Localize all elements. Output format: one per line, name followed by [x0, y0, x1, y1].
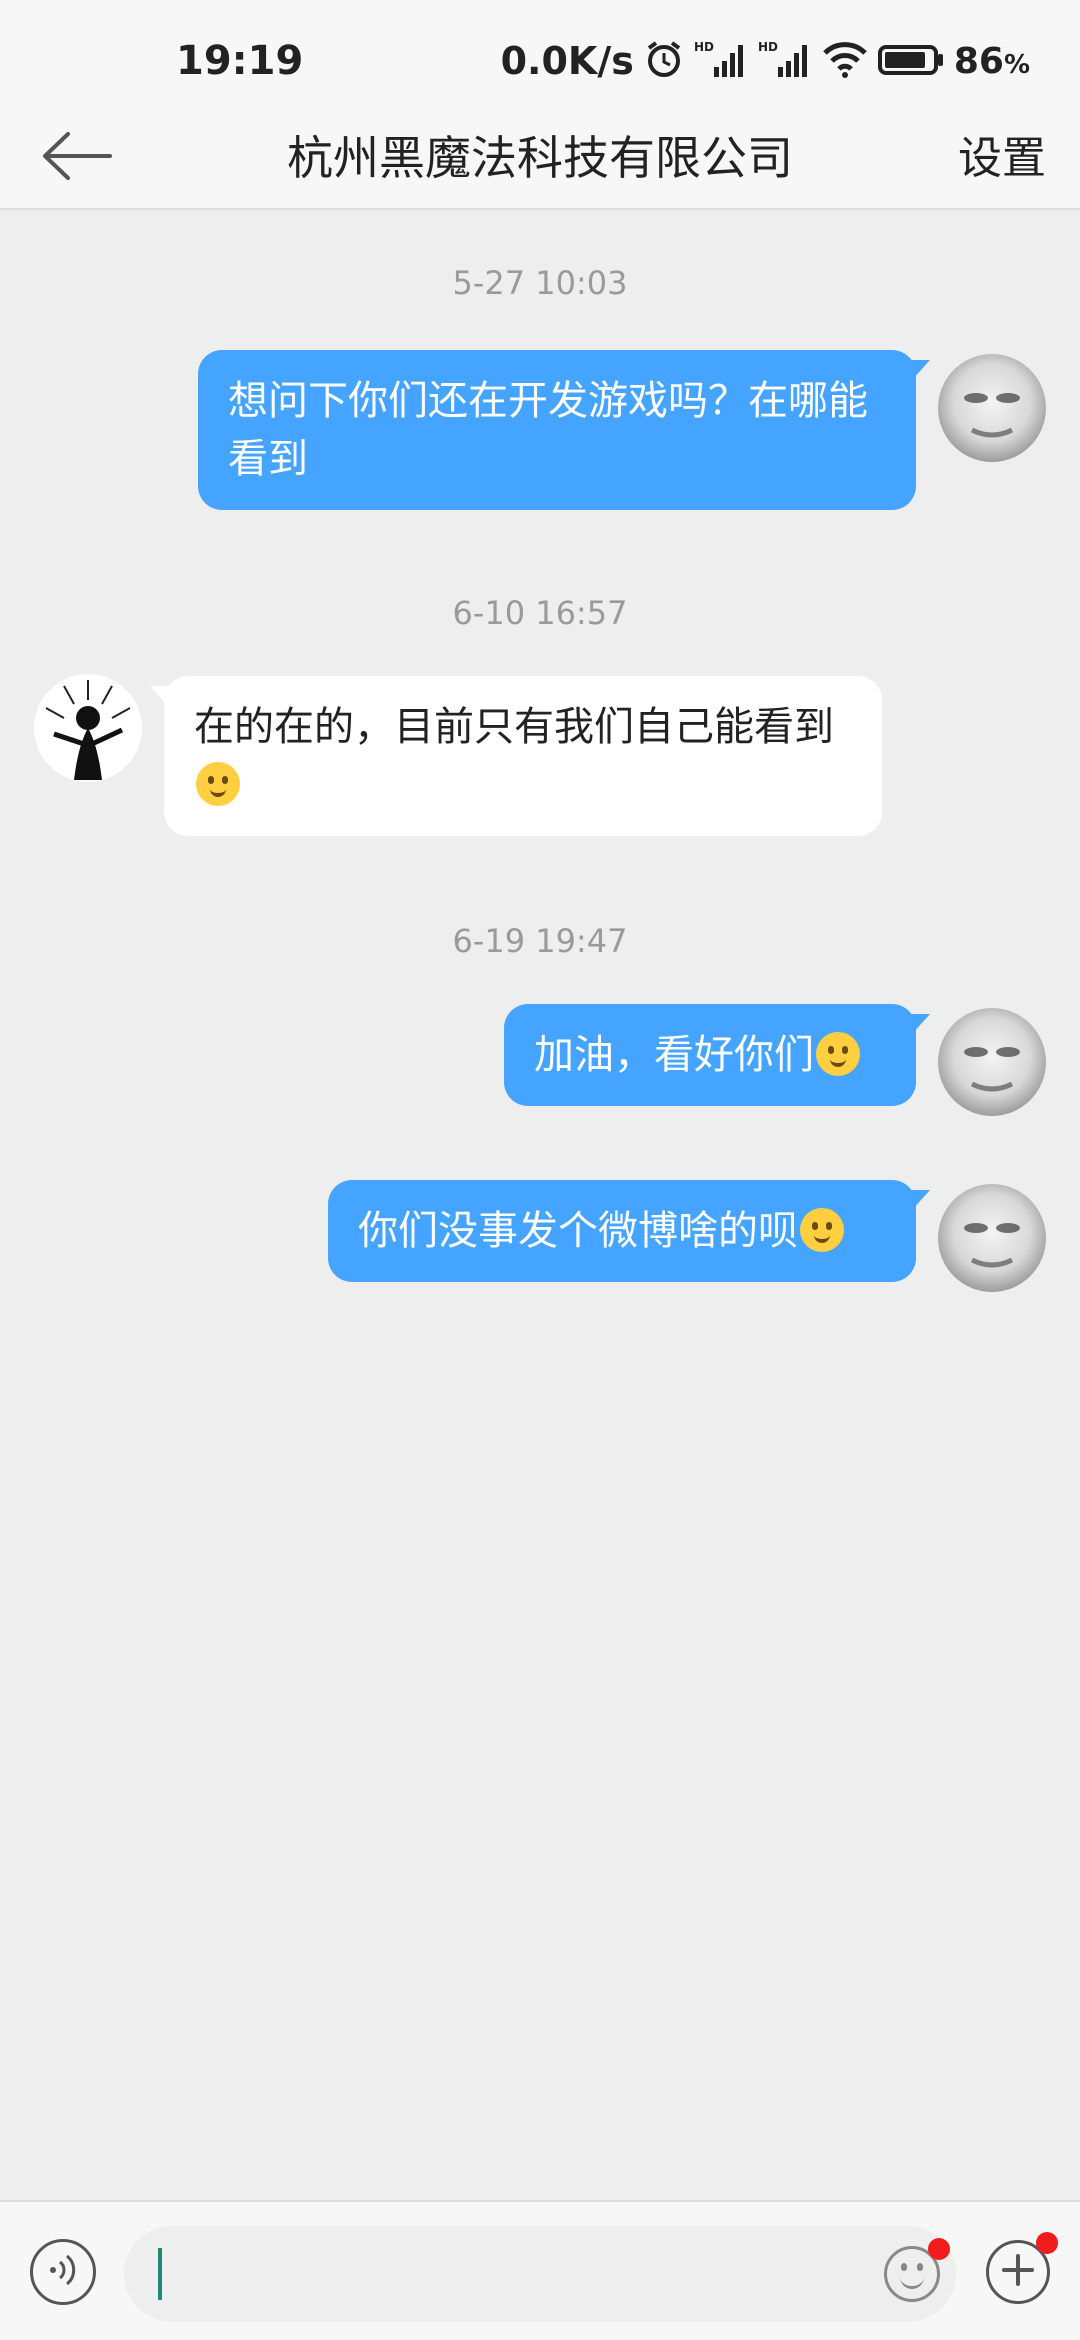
message-text: 你们没事发个微博啥的呗 — [358, 1208, 798, 1254]
message-list[interactable]: 5-27 10:03 想问下你们还在开发游戏吗？在哪能看到 6-10 16:57… — [0, 212, 1080, 2200]
alarm-icon — [644, 39, 684, 83]
back-button[interactable] — [36, 118, 116, 198]
outgoing-message[interactable]: 加油，看好你们 — [504, 1004, 930, 1106]
my-avatar[interactable] — [938, 1008, 1046, 1116]
svg-text:HD: HD — [758, 40, 778, 54]
message-text: 在的在的，目前只有我们自己能看到 — [194, 704, 834, 750]
emoji-notification-dot — [928, 2238, 950, 2260]
message-timestamp: 5-27 10:03 — [452, 264, 628, 302]
message-input[interactable] — [124, 2226, 956, 2322]
voice-button[interactable] — [30, 2239, 96, 2305]
svg-text:HD: HD — [694, 40, 714, 54]
message-text: 加油，看好你们 — [534, 1032, 814, 1078]
hd-signal-icon: HD — [694, 39, 748, 83]
message-timestamp: 6-10 16:57 — [452, 594, 628, 632]
kissing-face-icon — [196, 762, 240, 806]
my-avatar[interactable] — [938, 1184, 1046, 1292]
network-speed: 0.0K/s — [500, 39, 634, 83]
crying-face-icon — [816, 1032, 860, 1076]
message-timestamp: 6-19 19:47 — [452, 922, 628, 960]
message-text: 想问下你们还在开发游戏吗？在哪能看到 — [228, 378, 868, 482]
incoming-message[interactable]: 在的在的，目前只有我们自己能看到 — [150, 676, 882, 836]
voice-wave-icon — [43, 2250, 83, 2294]
conversation-title: 杭州黑魔法科技有限公司 — [287, 131, 793, 185]
arrow-left-icon — [40, 131, 112, 185]
outgoing-message[interactable]: 想问下你们还在开发游戏吗？在哪能看到 — [198, 350, 930, 510]
outgoing-message[interactable]: 你们没事发个微博啥的呗 — [328, 1180, 930, 1282]
status-icons: 0.0K/s HD HD 86% — [501, 36, 1030, 86]
chat-header: 杭州黑魔法科技有限公司 设置 — [0, 100, 1080, 210]
contact-avatar[interactable] — [34, 674, 142, 782]
text-caret — [158, 2248, 162, 2300]
status-time: 19:19 — [176, 38, 304, 84]
wifi-icon — [822, 39, 868, 83]
battery-percent: 86% — [953, 40, 1030, 82]
battery-icon — [877, 39, 944, 83]
my-avatar[interactable] — [938, 354, 1046, 462]
hd-signal-icon: HD — [758, 39, 812, 83]
plus-circle-icon — [1000, 2252, 1036, 2292]
tears-of-joy-icon — [800, 1208, 844, 1252]
add-notification-dot — [1036, 2232, 1058, 2254]
settings-button[interactable]: 设置 — [958, 122, 1046, 186]
message-composer — [0, 2200, 1080, 2340]
